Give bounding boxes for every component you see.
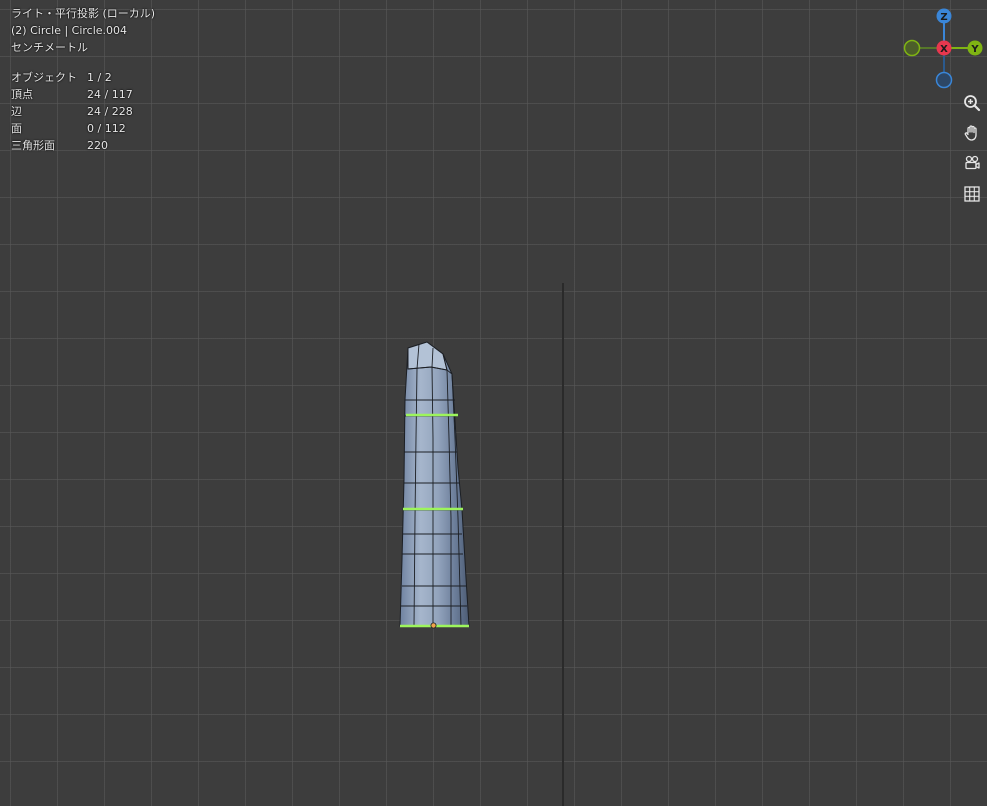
zoom-icon bbox=[963, 94, 980, 111]
stat-value: 1 / 2 bbox=[87, 71, 112, 84]
view-info-overlay: ライト・平行投影 (ローカル) (2) Circle | Circle.004 … bbox=[11, 5, 155, 56]
stat-value: 24 / 117 bbox=[87, 88, 133, 101]
neg-z-axis-handle[interactable] bbox=[935, 71, 953, 89]
pan-button[interactable] bbox=[958, 119, 985, 146]
x-axis-label: X bbox=[940, 44, 948, 55]
hand-pan-icon bbox=[964, 124, 977, 141]
statistics-overlay: オブジェクト 1 / 2 頂点 24 / 117 辺 24 / 228 面 0 … bbox=[11, 69, 133, 154]
unit-label: センチメートル bbox=[11, 41, 88, 54]
stat-label: オブジェクト bbox=[11, 71, 77, 84]
view-mode-label: ライト・平行投影 (ローカル) bbox=[11, 7, 156, 20]
stat-row-vertices: 頂点 24 / 117 bbox=[11, 86, 133, 103]
camera-view-button[interactable] bbox=[958, 149, 985, 176]
stat-label: 辺 bbox=[11, 105, 22, 118]
stat-value: 24 / 228 bbox=[87, 105, 133, 118]
stat-row-edges: 辺 24 / 228 bbox=[11, 103, 133, 120]
stat-row-faces: 面 0 / 112 bbox=[11, 120, 133, 137]
stat-label: 面 bbox=[11, 122, 22, 135]
active-object-label: (2) Circle | Circle.004 bbox=[11, 24, 128, 37]
3d-viewport[interactable]: ライト・平行投影 (ローカル) (2) Circle | Circle.004 … bbox=[0, 0, 987, 806]
stat-value: 0 / 112 bbox=[87, 122, 126, 135]
stat-row-objects: オブジェクト 1 / 2 bbox=[11, 69, 133, 86]
stat-row-triangles: 三角形面 220 bbox=[11, 137, 133, 154]
stat-value: 220 bbox=[87, 139, 108, 152]
z-axis-line bbox=[562, 283, 564, 806]
navigation-gizmo[interactable]: Z Y X bbox=[900, 5, 987, 91]
stat-label: 三角形面 bbox=[11, 139, 55, 152]
mesh-top-cap bbox=[407, 341, 448, 371]
camera-view-icon bbox=[964, 155, 980, 169]
z-axis-label: Z bbox=[940, 12, 947, 23]
zoom-button[interactable] bbox=[958, 89, 985, 116]
object-origin-point[interactable] bbox=[430, 622, 437, 629]
neg-y-axis-handle[interactable] bbox=[903, 39, 921, 57]
grid-ortho-icon bbox=[963, 185, 980, 202]
ortho-toggle-button[interactable] bbox=[958, 180, 985, 207]
stat-label: 頂点 bbox=[11, 88, 33, 101]
mesh-object[interactable] bbox=[395, 338, 475, 633]
y-axis-label: Y bbox=[970, 44, 979, 55]
mesh-body bbox=[399, 341, 470, 627]
